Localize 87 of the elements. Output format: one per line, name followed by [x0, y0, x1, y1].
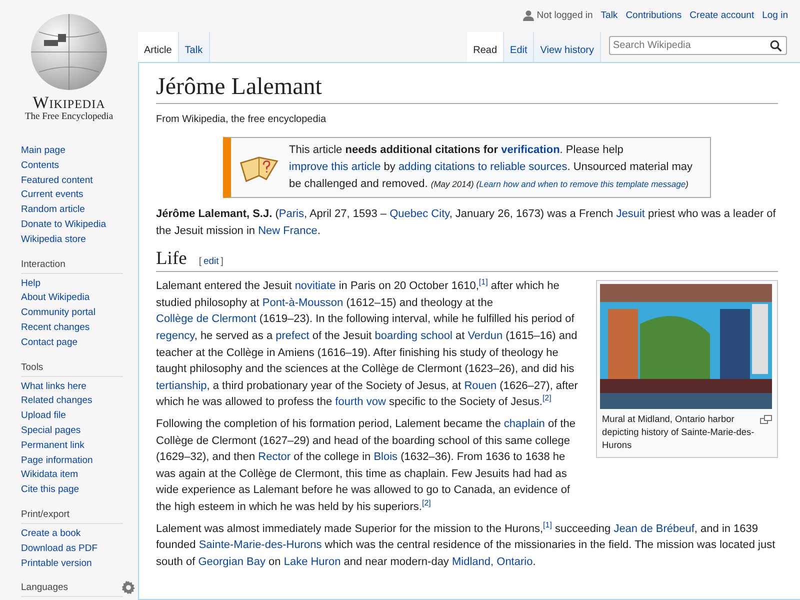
article-link[interactable]: regency — [156, 330, 194, 342]
sidebar-link[interactable]: Related changes — [21, 394, 128, 410]
sidebar-link[interactable]: About Wikipedia — [21, 291, 128, 306]
view-tab[interactable]: Edit — [504, 32, 534, 62]
article-link[interactable]: [1] — [478, 278, 488, 287]
personal-link[interactable]: Create account — [690, 10, 754, 20]
article-title: Jérôme Lalemant — [156, 69, 778, 104]
sidebar-heading: Print/export — [21, 508, 70, 520]
article-link[interactable]: Pont-à-Mousson — [262, 296, 344, 309]
article-link[interactable]: Quebec City — [390, 208, 450, 220]
article-link[interactable]: New France — [258, 224, 318, 237]
article-link[interactable]: prefect — [276, 330, 310, 342]
article-link[interactable]: Jean de Brébeuf — [614, 522, 694, 534]
sidebar-link[interactable]: What links here — [21, 380, 128, 394]
page-tab[interactable]: Article — [138, 32, 179, 62]
enlarge-icon[interactable] — [760, 415, 772, 424]
login-status: Not logged in — [536, 10, 593, 20]
lead-paragraph: Jérôme Lalemant, S.J. (Paris, April 27, 1593 – Quebec City, January 26, 1673) was a French Jesuit priest who was a leader of the Jesuit mission in New France. — [156, 207, 777, 239]
search-field[interactable]: Search Wikipedia — [609, 36, 787, 55]
site-subtitle: From Wikipedia, the free encyclopedia — [156, 114, 328, 125]
sidebar-link[interactable]: Download as PDF — [21, 542, 128, 557]
article-link[interactable]: Blois — [374, 451, 398, 464]
edit-bracket: ] — [220, 256, 224, 268]
sidebar-link[interactable]: Recent changes — [21, 320, 128, 336]
section-heading: Life — [156, 249, 187, 270]
sidebar-link[interactable]: Special pages — [21, 424, 128, 439]
sidebar-link[interactable]: Random article — [21, 203, 128, 218]
sidebar-heading: Languages — [21, 582, 68, 594]
sidebar-link[interactable]: Wikidata item — [21, 468, 128, 484]
article-link[interactable]: [1] — [543, 520, 552, 529]
globe-logo-icon[interactable] — [29, 12, 109, 92]
personal-link[interactable]: Contributions — [626, 10, 682, 20]
gear-icon[interactable] — [122, 581, 135, 594]
sidebar-heading: Tools — [21, 362, 44, 373]
personal-link[interactable]: Talk — [600, 10, 618, 20]
body-paragraph: Lalement was almost immediately made Superior for the mission to the Hurons,$^{[1]}$ succeeding Jean de Brébeuf, and in 1639 founded Sainte-Marie-des-Hurons which was the central residence of the missionaries in the field. The mission was located just south of Georgian Bay on Lake Huron and near modern-day Midland, Ontario. — [156, 520, 776, 570]
article-link[interactable]: novitiate — [294, 280, 336, 292]
article-link[interactable]: Sainte-Marie-des-Hurons — [198, 539, 322, 552]
sidebar-link[interactable]: Main page — [21, 144, 128, 159]
sidebar-link[interactable]: Donate to Wikipedia — [21, 218, 128, 233]
image-caption: Mural at Midland, Ontario harbor depicting history of Sainte-Marie-des-Hurons — [602, 413, 756, 452]
sidebar-link[interactable]: Current events — [21, 188, 128, 204]
edit-bracket: [ — [198, 256, 202, 268]
notice-link[interactable]: adding citations to reliable sources — [398, 161, 568, 173]
search-icon[interactable] — [770, 40, 782, 52]
notice-link[interactable]: verification — [501, 144, 560, 156]
wikipedia-wordmark: Wikipedia — [32, 94, 106, 112]
notice-link[interactable]: improve this article — [289, 161, 381, 173]
logo-tagline: The Free Encyclopedia — [24, 112, 114, 123]
sidebar-link[interactable]: Community portal — [21, 306, 128, 321]
article-link[interactable]: Rector — [258, 451, 291, 464]
article-link[interactable]: tertianship — [156, 380, 207, 392]
sidebar-link[interactable]: Page information — [21, 454, 128, 468]
sidebar-link[interactable]: Help — [21, 276, 128, 292]
article-link[interactable]: Paris — [278, 208, 304, 220]
article-link[interactable]: Jesuit — [616, 208, 645, 220]
article-link[interactable]: Lake Huron — [284, 556, 341, 568]
sidebar-link[interactable]: Upload file — [21, 409, 128, 424]
article-link[interactable]: fourth vow — [335, 396, 386, 408]
notice-link[interactable]: Learn how and when to remove this template message — [479, 179, 686, 189]
view-tab[interactable]: View history — [534, 32, 601, 62]
article-link[interactable]: [2] — [422, 498, 431, 508]
article-link[interactable]: chaplain — [504, 418, 545, 430]
sidebar-link[interactable]: Create a book — [21, 526, 128, 542]
article-link[interactable]: Midland, Ontario — [452, 556, 533, 568]
sidebar-link[interactable]: Cite this page — [21, 483, 128, 498]
sidebar-link[interactable]: Permanent link — [21, 438, 128, 454]
sidebar-link[interactable]: Contents — [21, 158, 128, 174]
body-paragraph: Following the completion of his formation period, Lalement became the chaplain of the Collège de Clermont (1627–29) and head of the boarding school of this same college (1629–32), and then Rector of the college in Blois (1632–36). From 1636 to 1638 he was again at the Collège de Clermont, this time as chaplain. Few Jesuits had had as wide experience as Lalemant before he was allowed to go to Canada, an evidence of the high esteem in which he was held by his superiors.$^{[2]}$ — [156, 416, 576, 515]
personal-link[interactable]: Log in — [762, 10, 788, 20]
sidebar-link[interactable]: Wikipedia store — [21, 232, 128, 248]
sidebar-heading: Interaction — [21, 258, 66, 270]
article-link[interactable]: Georgian Bay — [198, 556, 266, 568]
article-link[interactable]: boarding school — [374, 330, 452, 342]
body-paragraph: Lalemant entered the Jesuit novitiate in Paris on 20 October 1610,$^{[1]}$ after which he studied philosophy at Pont-à-Mousson (1612–15) and theology at the Collège de Clermont (1619–23). In the following interval, while he fulfilled his period of regency, he served as a prefect of the Jesuit boarding school at Verdun (1615–16) and teacher at the Collège in Amiens (1616–19). After finishing his study of theology he taught philosophy and the sciences at the Collège de Clermont (1623–26), and did his tertianship, a third probationary year of the Society of Jesus, at Rouen (1626–27), after which he was allowed to profess the fourth vow specific to the Society of Jesus.$^{[2]}$ — [156, 278, 579, 410]
article-link[interactable]: Collège de Clermont — [156, 313, 256, 326]
user-icon — [522, 10, 534, 20]
sidebar-link[interactable]: Contact page — [21, 336, 128, 351]
edit-link[interactable]: edit — [203, 256, 219, 268]
article-link[interactable]: Rouen — [464, 380, 497, 392]
view-tab[interactable]: Read — [467, 32, 504, 62]
sidebar-link[interactable]: Featured content — [21, 174, 128, 188]
page-tab[interactable]: Talk — [178, 32, 210, 62]
sidebar-link[interactable]: Printable version — [21, 556, 128, 572]
article-link[interactable]: [2] — [542, 394, 552, 403]
article-link[interactable]: Verdun — [468, 330, 503, 342]
notice-text: This article needs additional citations for verification. Please help improve this article by adding citations to reliable sources. Unsourced material may be challenged and removed. (May 2014) (Learn how and when to remove this template message) — [289, 143, 694, 192]
